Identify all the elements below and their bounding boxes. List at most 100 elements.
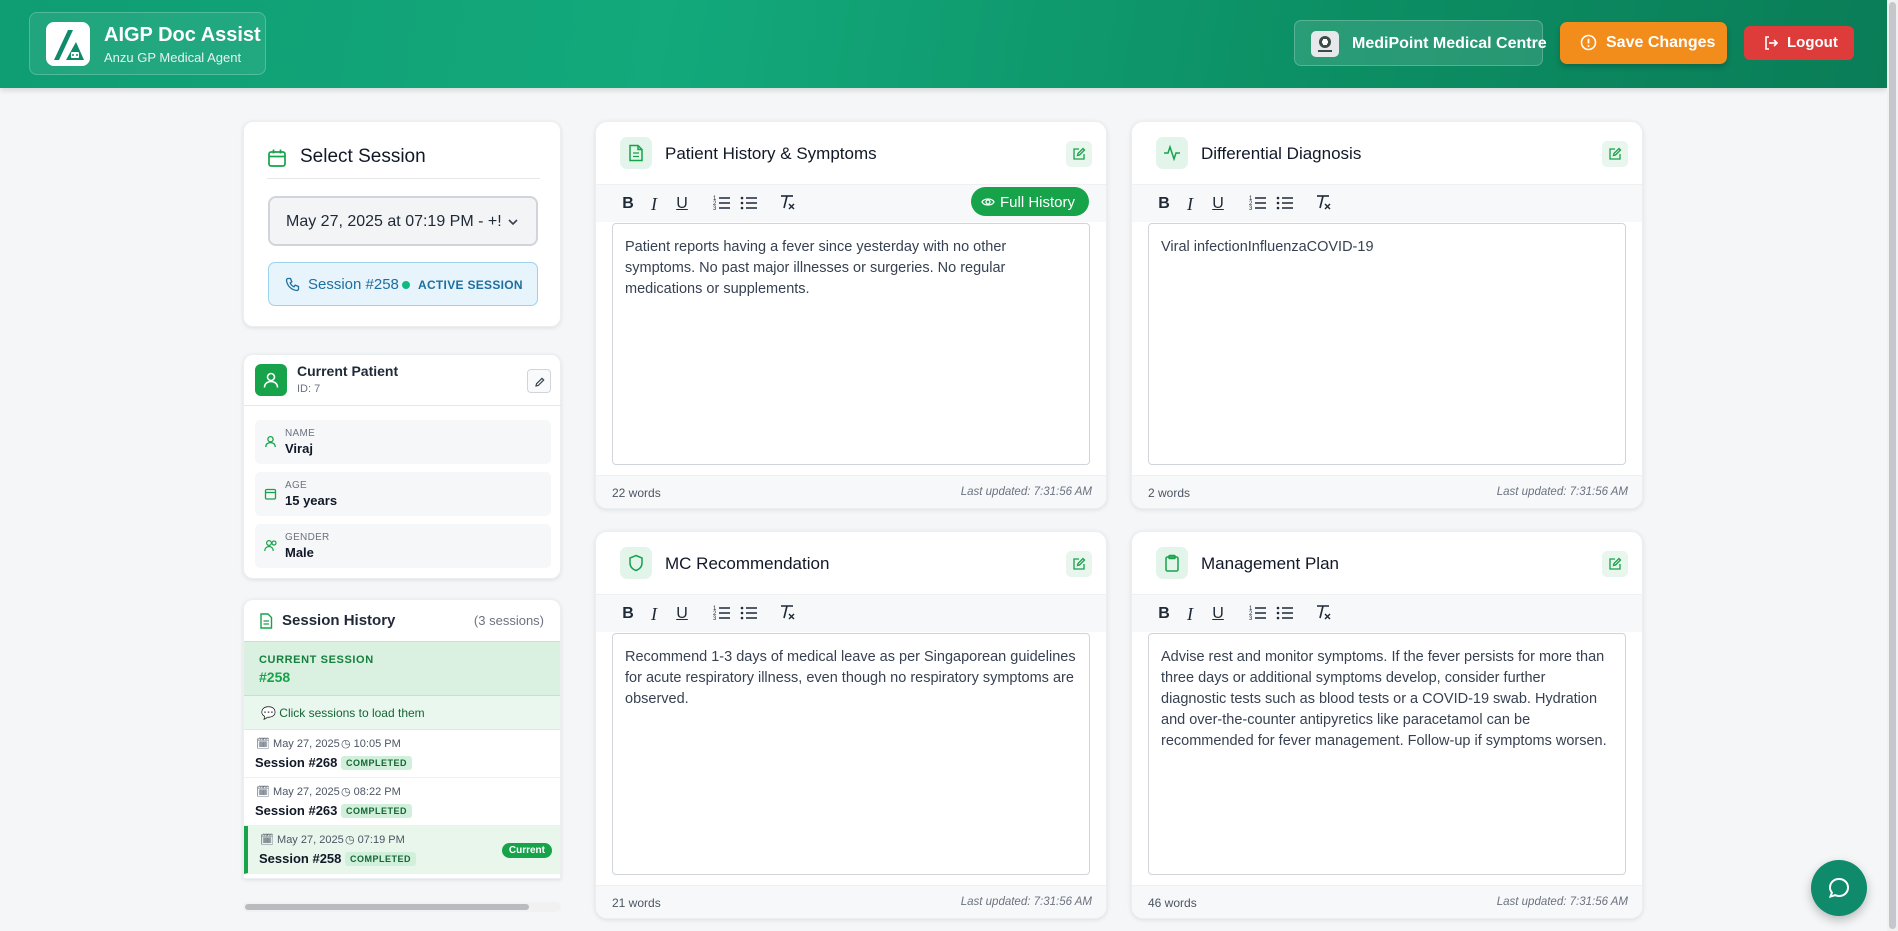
bullet-list-icon[interactable] xyxy=(739,604,759,624)
session-select-value: May 27, 2025 at 07:19 PM - +! xyxy=(286,213,502,230)
word-count: 21 words xyxy=(612,896,661,910)
patient-name-field: NAME Viraj xyxy=(255,420,551,464)
session-select-dropdown[interactable]: May 27, 2025 at 07:19 PM - +! xyxy=(268,196,538,246)
current-badge: Current xyxy=(501,843,552,858)
ordered-list-icon[interactable]: 123 xyxy=(712,194,732,214)
management-plan-editor[interactable]: Advise rest and monitor symptoms. If the… xyxy=(1148,633,1626,875)
session-date: 🗓 May 27, 2025 xyxy=(256,738,340,750)
phone-icon xyxy=(285,277,300,297)
clear-format-icon[interactable] xyxy=(778,604,798,624)
card-header: Patient History & Symptoms xyxy=(596,122,1106,184)
editor-toolbar: B I U 123 xyxy=(1132,594,1642,632)
full-history-button[interactable]: Full History xyxy=(971,187,1089,216)
underline-button[interactable]: U xyxy=(672,194,692,214)
underline-button[interactable]: U xyxy=(672,604,692,624)
svg-text:3: 3 xyxy=(1249,206,1253,210)
scrollbar-thumb[interactable] xyxy=(1889,2,1896,929)
shield-icon xyxy=(620,547,652,579)
session-history-item[interactable]: 🗓 May 27, 2025 ◷ 10:05 PM Session #268 C… xyxy=(244,730,560,778)
edit-icon xyxy=(1609,557,1622,570)
session-time: ◷ 07:19 PM xyxy=(345,834,405,846)
bold-button[interactable]: B xyxy=(1154,604,1174,624)
clear-format-icon[interactable] xyxy=(1314,194,1334,214)
ordered-list-icon[interactable]: 123 xyxy=(712,604,732,624)
card-title: MC Recommendation xyxy=(665,554,830,573)
edit-button[interactable] xyxy=(1066,141,1092,167)
page-vertical-scrollbar[interactable] xyxy=(1887,0,1898,931)
chat-bubble-icon xyxy=(1828,877,1850,898)
edit-patient-button[interactable] xyxy=(527,369,551,393)
bold-button[interactable]: B xyxy=(1154,194,1174,214)
current-session-label: CURRENT SESSION xyxy=(259,654,374,666)
patient-gender-field: GENDER Male xyxy=(255,524,551,568)
save-changes-label: Save Changes xyxy=(1606,34,1716,51)
edit-button[interactable] xyxy=(1602,141,1628,167)
clear-format-icon[interactable] xyxy=(778,194,798,214)
management-plan-card: Management Plan B I U 123 Advise rest an… xyxy=(1131,531,1643,919)
patient-history-card: Patient History & Symptoms B I U 123 Ful… xyxy=(595,121,1107,509)
session-time: ◷ 08:22 PM xyxy=(341,786,401,798)
history-hint-text: 💬 Click sessions to load them xyxy=(261,706,425,720)
patient-gender-value: Male xyxy=(285,545,314,560)
italic-button[interactable]: I xyxy=(1180,604,1200,624)
chat-button[interactable] xyxy=(1811,860,1867,916)
word-count-text: 22 words xyxy=(612,486,661,500)
differential-diagnosis-card: Differential Diagnosis B I U 123 Viral i… xyxy=(1131,121,1643,509)
edit-icon xyxy=(1073,147,1086,160)
mc-editor[interactable]: Recommend 1-3 days of medical leave as p… xyxy=(612,633,1090,875)
underline-button[interactable]: U xyxy=(1208,194,1228,214)
svg-text:3: 3 xyxy=(713,206,717,210)
session-name: Session #268 xyxy=(255,755,338,770)
brand[interactable]: AIGP Doc Assist Anzu GP Medical Agent xyxy=(29,12,266,75)
logout-button[interactable]: Logout xyxy=(1744,26,1854,60)
full-history-label: Full History xyxy=(1000,194,1076,211)
current-session-id: #258 xyxy=(259,669,291,685)
last-updated: Last updated: 7:31:56 AM xyxy=(960,486,1092,498)
italic-button[interactable]: I xyxy=(644,194,664,214)
clear-format-icon[interactable] xyxy=(1314,604,1334,624)
scrollbar-thumb[interactable] xyxy=(245,904,529,910)
app-header: AIGP Doc Assist Anzu GP Medical Agent Me… xyxy=(0,0,1887,88)
card-title: Differential Diagnosis xyxy=(1201,144,1362,163)
sidebar-horizontal-scrollbar[interactable] xyxy=(243,902,561,912)
bullet-list-icon[interactable] xyxy=(739,194,759,214)
session-date: 🗓 May 27, 2025 xyxy=(256,786,340,798)
edit-icon xyxy=(1073,557,1086,570)
chevron-down-icon xyxy=(506,215,520,234)
save-changes-button[interactable]: Save Changes xyxy=(1560,22,1727,64)
italic-button[interactable]: I xyxy=(644,604,664,624)
field-label: AGE xyxy=(285,480,308,491)
card-header: Differential Diagnosis xyxy=(1132,122,1642,184)
edit-button[interactable] xyxy=(1602,551,1628,577)
italic-button[interactable]: I xyxy=(1180,194,1200,214)
bullet-list-icon[interactable] xyxy=(1275,194,1295,214)
history-editor[interactable]: Patient reports having a fever since yes… xyxy=(612,223,1090,465)
last-updated: Last updated: 7:31:56 AM xyxy=(1496,896,1628,908)
underline-button[interactable]: U xyxy=(1208,604,1228,624)
bullet-list-icon[interactable] xyxy=(1275,604,1295,624)
ordered-list-icon[interactable]: 123 xyxy=(1248,604,1268,624)
edit-button[interactable] xyxy=(1066,551,1092,577)
bold-button[interactable]: B xyxy=(618,194,638,214)
clinic-logo-icon xyxy=(1311,31,1339,57)
eye-icon xyxy=(981,195,995,213)
card-footer: 22 words Last updated: 7:31:56 AM xyxy=(596,475,1106,508)
session-history-item[interactable]: 🗓 May 27, 2025 ◷ 07:19 PM Session #258 C… xyxy=(244,826,560,874)
session-name: Session #258 xyxy=(259,851,342,866)
document-icon xyxy=(259,613,273,634)
session-history-card: Session History (3 sessions) CURRENT SES… xyxy=(243,599,561,879)
clinic-selector[interactable]: MediPoint Medical Centre xyxy=(1294,20,1547,66)
bold-button[interactable]: B xyxy=(618,604,638,624)
card-header: Management Plan xyxy=(1132,532,1642,594)
user-icon xyxy=(263,372,279,388)
patient-avatar xyxy=(255,364,287,396)
patient-card: Current Patient ID: 7 NAME Viraj AGE 15 … xyxy=(243,354,562,579)
patient-id: ID: 7 xyxy=(297,383,321,395)
differential-editor[interactable]: Viral infectionInfluenzaCOVID-19 xyxy=(1148,223,1626,465)
word-count: 2 words xyxy=(1148,486,1191,500)
word-count: 46 words xyxy=(1148,896,1197,910)
patient-age-field: AGE 15 years xyxy=(255,472,551,516)
session-history-item[interactable]: 🗓 May 27, 2025 ◷ 08:22 PM Session #263 C… xyxy=(244,778,560,826)
ordered-list-icon[interactable]: 123 xyxy=(1248,194,1268,214)
field-label: NAME xyxy=(285,428,316,439)
